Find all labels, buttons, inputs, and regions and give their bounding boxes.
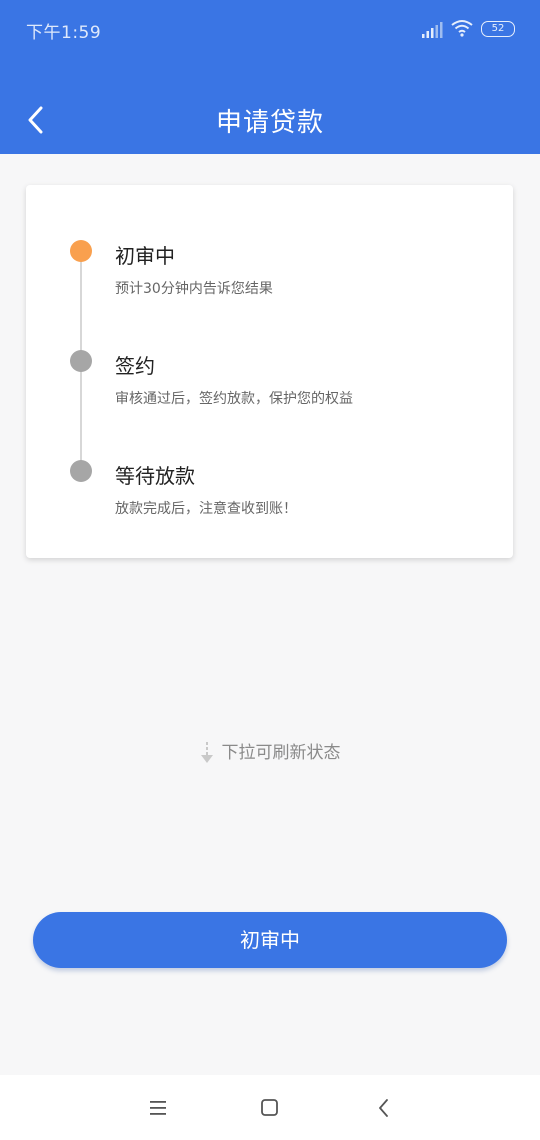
- step-item: 等待放款 放款完成后，注意查收到账！: [26, 460, 513, 550]
- step-pending-dot: [70, 460, 92, 482]
- pull-to-refresh-hint: 下拉可刷新状态: [0, 738, 540, 764]
- step-title: 签约: [115, 354, 155, 378]
- battery-indicator: 52: [481, 21, 515, 37]
- wifi-icon: [451, 20, 473, 37]
- step-desc: 放款完成后，注意查收到账！: [115, 501, 297, 517]
- step-active-dot: [70, 240, 92, 262]
- step-desc: 审核通过后，签约放款，保护您的权益: [115, 391, 353, 407]
- step-pending-dot: [70, 350, 92, 372]
- step-item: 初审中 预计30分钟内告诉您结果: [26, 240, 513, 330]
- app-header: 下午1:59 52 申请贷款: [0, 0, 540, 154]
- status-icons: 52: [395, 18, 515, 40]
- step-title: 等待放款: [115, 464, 195, 488]
- arrow-down-icon: [200, 742, 213, 763]
- home-square-icon[interactable]: [259, 1097, 281, 1119]
- status-button[interactable]: 初审中: [33, 912, 507, 968]
- pull-hint-text: 下拉可刷新状态: [221, 743, 341, 763]
- status-time: 下午1:59: [26, 23, 102, 43]
- signal-icon: [422, 22, 443, 38]
- menu-icon[interactable]: [148, 1097, 170, 1119]
- back-chevron-icon[interactable]: [374, 1097, 396, 1119]
- step-item: 签约 审核通过后，签约放款，保护您的权益: [26, 350, 513, 440]
- system-nav-bar: [0, 1075, 540, 1140]
- progress-card: 初审中 预计30分钟内告诉您结果 签约 审核通过后，签约放款，保护您的权益 等待…: [26, 185, 513, 558]
- page-title: 申请贷款: [215, 108, 324, 138]
- step-desc: 预计30分钟内告诉您结果: [115, 281, 273, 297]
- step-title: 初审中: [115, 244, 175, 268]
